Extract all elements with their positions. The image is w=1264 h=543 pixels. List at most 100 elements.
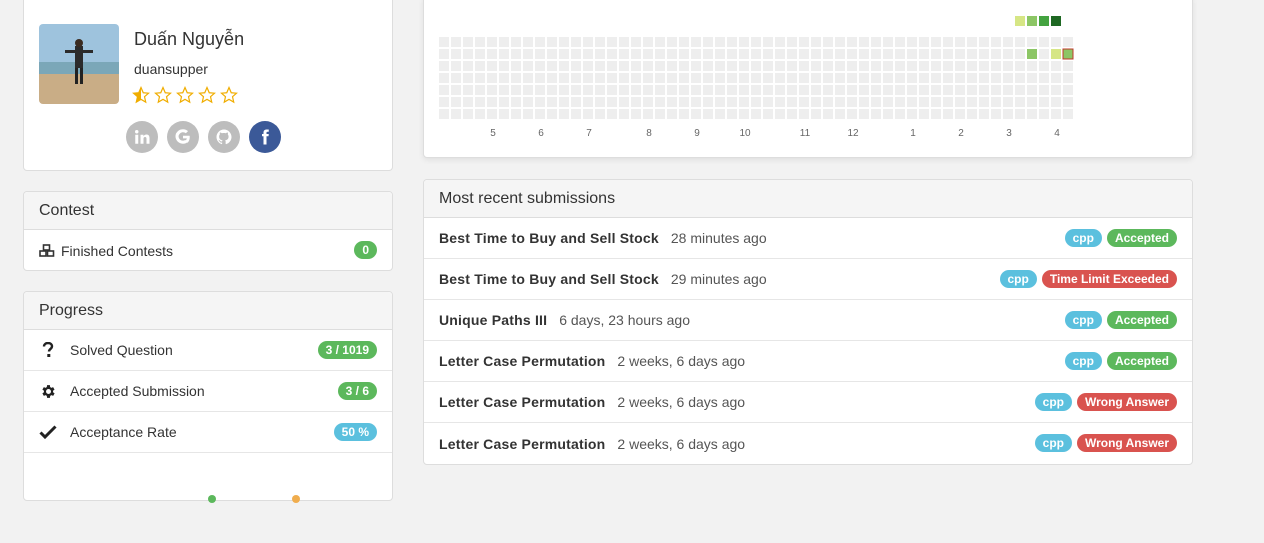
heatmap-cell[interactable] — [703, 61, 713, 71]
heatmap-cell[interactable] — [655, 73, 665, 83]
heatmap-cell[interactable] — [859, 109, 869, 119]
heatmap-cell[interactable] — [919, 49, 929, 59]
heatmap-cell[interactable] — [727, 49, 737, 59]
heatmap-cell[interactable] — [523, 37, 533, 47]
heatmap-cell[interactable] — [883, 49, 893, 59]
heatmap-cell[interactable] — [607, 97, 617, 107]
heatmap-cell[interactable] — [559, 49, 569, 59]
heatmap-cell[interactable] — [535, 109, 545, 119]
heatmap-cell[interactable] — [715, 85, 725, 95]
heatmap-cell[interactable] — [1027, 73, 1037, 83]
heatmap-cell[interactable] — [1051, 37, 1061, 47]
github-icon[interactable] — [208, 121, 240, 153]
heatmap-cell[interactable] — [703, 37, 713, 47]
heatmap-cell[interactable] — [487, 109, 497, 119]
heatmap-cell[interactable] — [595, 61, 605, 71]
heatmap-cell[interactable] — [811, 49, 821, 59]
heatmap-cell[interactable] — [979, 97, 989, 107]
heatmap-cell[interactable] — [1063, 85, 1073, 95]
heatmap-cell[interactable] — [511, 97, 521, 107]
heatmap-cell[interactable] — [499, 109, 509, 119]
heatmap-cell[interactable] — [475, 61, 485, 71]
heatmap-cell[interactable] — [835, 97, 845, 107]
heatmap-cell[interactable] — [631, 97, 641, 107]
heatmap-cell[interactable] — [1015, 73, 1025, 83]
heatmap-cell[interactable] — [595, 49, 605, 59]
heatmap-cell[interactable] — [595, 37, 605, 47]
heatmap-cell[interactable] — [907, 49, 917, 59]
submission-title[interactable]: Letter Case Permutation — [439, 394, 605, 410]
heatmap-cell[interactable] — [1063, 73, 1073, 83]
heatmap-cell[interactable] — [895, 97, 905, 107]
heatmap-cell[interactable] — [679, 109, 689, 119]
heatmap-cell[interactable] — [943, 85, 953, 95]
heatmap-cell[interactable] — [931, 109, 941, 119]
heatmap-cell[interactable] — [655, 61, 665, 71]
heatmap-cell[interactable] — [583, 85, 593, 95]
heatmap-cell[interactable] — [895, 37, 905, 47]
heatmap-cell[interactable] — [571, 97, 581, 107]
heatmap-cell[interactable] — [1051, 49, 1061, 59]
heatmap-cell[interactable] — [475, 85, 485, 95]
heatmap-cell[interactable] — [931, 85, 941, 95]
heatmap-cell[interactable] — [955, 85, 965, 95]
heatmap-cell[interactable] — [475, 97, 485, 107]
heatmap-cell[interactable] — [571, 85, 581, 95]
heatmap-cell[interactable] — [955, 37, 965, 47]
heatmap-cell[interactable] — [487, 61, 497, 71]
heatmap-cell[interactable] — [859, 49, 869, 59]
heatmap-cell[interactable] — [1015, 61, 1025, 71]
heatmap-cell[interactable] — [655, 49, 665, 59]
heatmap-cell[interactable] — [607, 49, 617, 59]
heatmap-cell[interactable] — [727, 61, 737, 71]
heatmap-cell[interactable] — [1015, 49, 1025, 59]
heatmap-cell[interactable] — [883, 109, 893, 119]
heatmap-cell[interactable] — [1003, 73, 1013, 83]
heatmap-cell[interactable] — [499, 85, 509, 95]
heatmap-cell[interactable] — [847, 73, 857, 83]
heatmap-cell[interactable] — [907, 37, 917, 47]
heatmap-cell[interactable] — [847, 109, 857, 119]
heatmap-cell[interactable] — [763, 49, 773, 59]
heatmap-cell[interactable] — [943, 49, 953, 59]
submission-row[interactable]: Best Time to Buy and Sell Stock 29 minute… — [424, 259, 1192, 300]
heatmap-cell[interactable] — [583, 109, 593, 119]
heatmap-cell[interactable] — [715, 109, 725, 119]
linkedin-icon[interactable] — [126, 121, 158, 153]
heatmap-cell[interactable] — [463, 73, 473, 83]
heatmap-cell[interactable] — [679, 85, 689, 95]
heatmap-cell[interactable] — [967, 37, 977, 47]
heatmap-cell[interactable] — [679, 73, 689, 83]
heatmap-cell[interactable] — [1051, 85, 1061, 95]
heatmap-cell[interactable] — [1051, 73, 1061, 83]
heatmap-cell[interactable] — [1039, 73, 1049, 83]
heatmap-cell[interactable] — [547, 49, 557, 59]
heatmap-cell[interactable] — [775, 37, 785, 47]
heatmap-cell[interactable] — [799, 73, 809, 83]
heatmap-cell[interactable] — [823, 37, 833, 47]
heatmap-cell[interactable] — [883, 73, 893, 83]
heatmap-cell[interactable] — [859, 97, 869, 107]
heatmap-cell[interactable] — [703, 49, 713, 59]
heatmap-cell[interactable] — [619, 85, 629, 95]
heatmap-cell[interactable] — [547, 37, 557, 47]
heatmap-cell[interactable] — [787, 37, 797, 47]
heatmap-cell[interactable] — [643, 73, 653, 83]
heatmap-cell[interactable] — [811, 85, 821, 95]
heatmap-cell[interactable] — [439, 109, 449, 119]
heatmap-cell[interactable] — [571, 73, 581, 83]
heatmap-cell[interactable] — [811, 97, 821, 107]
heatmap-cell[interactable] — [511, 73, 521, 83]
heatmap-cell[interactable] — [451, 61, 461, 71]
heatmap-cell[interactable] — [991, 97, 1001, 107]
heatmap-cell[interactable] — [823, 85, 833, 95]
heatmap-cell[interactable] — [547, 73, 557, 83]
heatmap-cell[interactable] — [871, 73, 881, 83]
heatmap-cell[interactable] — [1063, 109, 1073, 119]
heatmap-cell[interactable] — [463, 109, 473, 119]
heatmap-cell[interactable] — [799, 49, 809, 59]
heatmap-cell[interactable] — [907, 97, 917, 107]
heatmap-cell[interactable] — [775, 97, 785, 107]
heatmap-cell[interactable] — [619, 109, 629, 119]
heatmap-cell[interactable] — [571, 61, 581, 71]
